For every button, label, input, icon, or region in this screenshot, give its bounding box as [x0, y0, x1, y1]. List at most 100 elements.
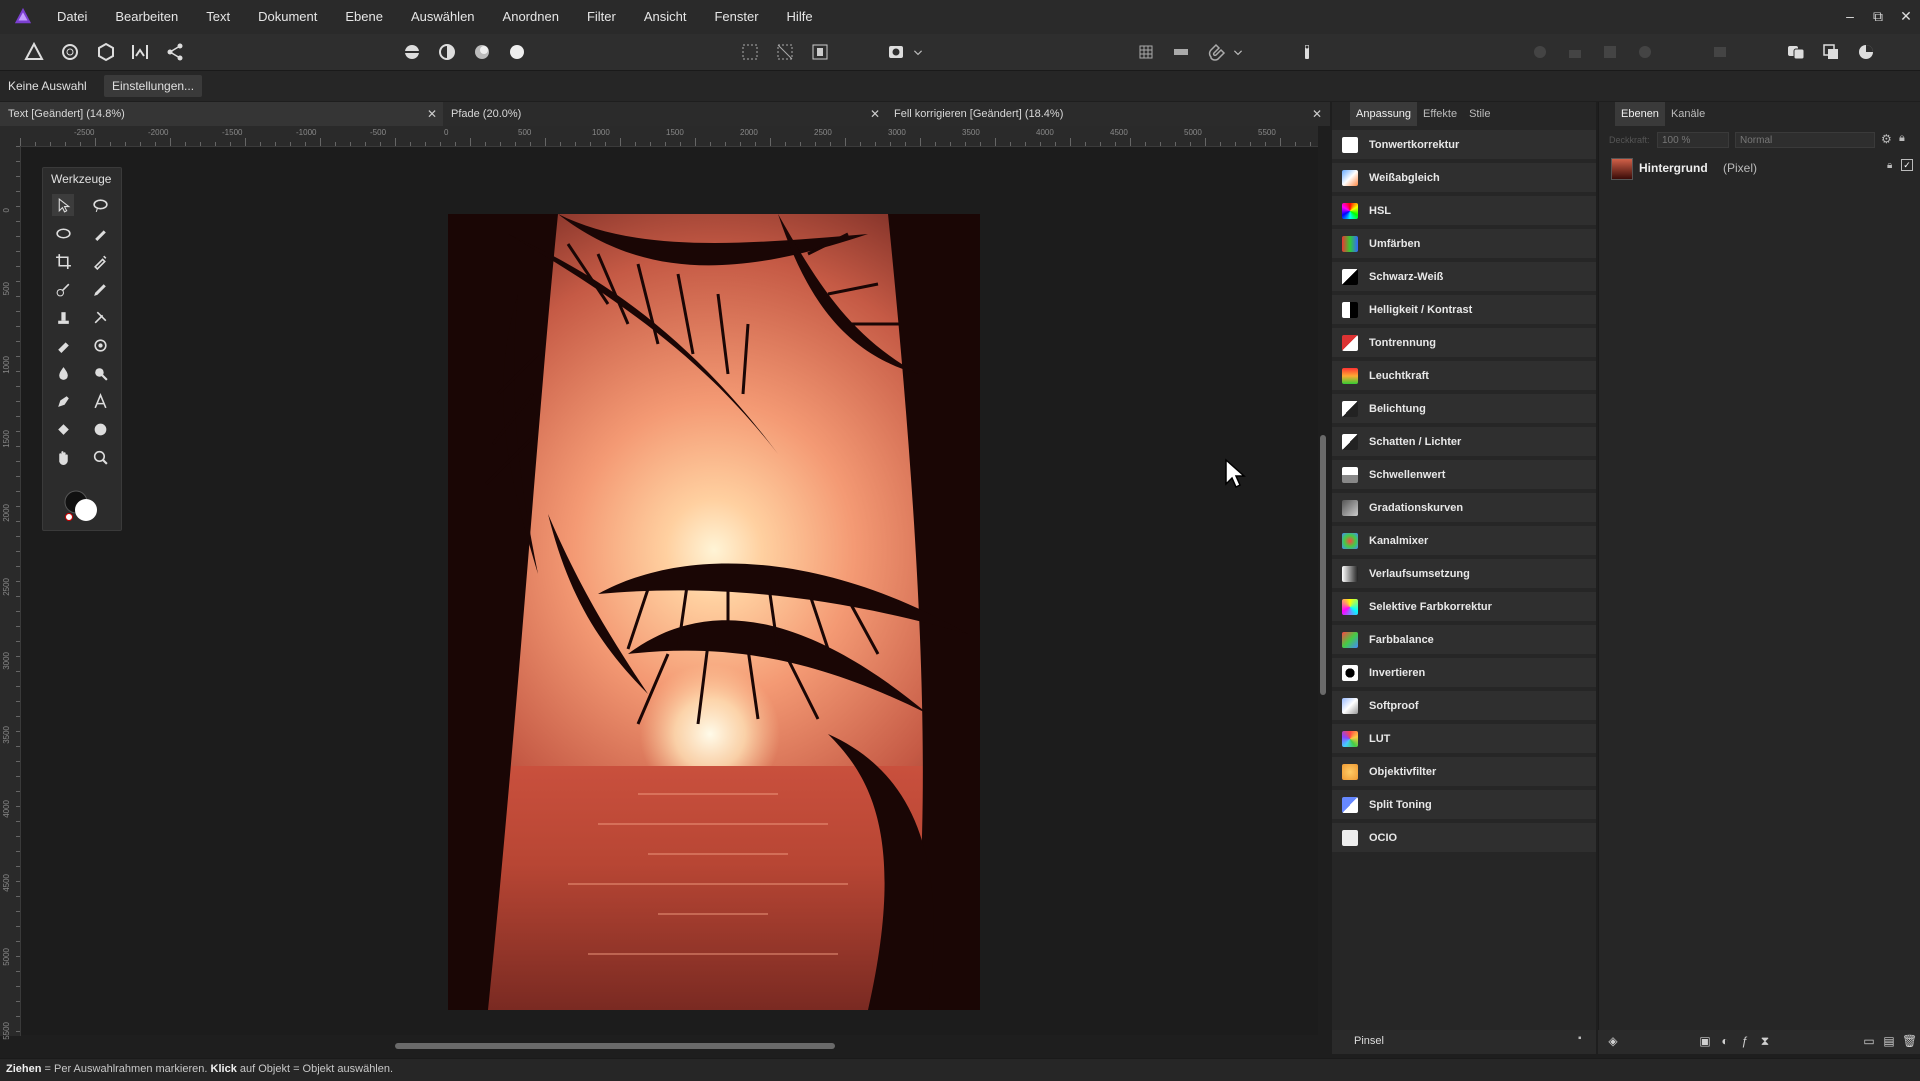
chevron-down-icon[interactable] — [1232, 40, 1244, 64]
live-filter-icon[interactable]: ⧗ — [1758, 1034, 1772, 1048]
menu-dokument[interactable]: Dokument — [258, 0, 331, 34]
color-swatches-icon[interactable] — [61, 486, 101, 524]
tab-effekte[interactable]: Effekte — [1417, 102, 1463, 126]
menu-datei[interactable]: Datei — [57, 0, 101, 34]
move-tool-icon[interactable] — [52, 194, 74, 216]
zoom-tool-icon[interactable] — [89, 446, 111, 468]
selection-rect-icon[interactable] — [738, 40, 762, 64]
panel-menu-icon[interactable]: ▪ — [1578, 1033, 1582, 1044]
color-wheel-icon[interactable] — [1854, 40, 1878, 64]
red-eye-tool-icon[interactable] — [89, 334, 111, 356]
adjustment-item-posterize[interactable]: Tontrennung — [1332, 328, 1596, 359]
adjustment-item-gradient-map[interactable]: Verlaufsumsetzung — [1332, 559, 1596, 590]
menu-fenster[interactable]: Fenster — [714, 0, 772, 34]
auto-levels-icon[interactable] — [400, 40, 424, 64]
lock-icon[interactable]: 🔒︎ — [1887, 160, 1892, 171]
menu-text[interactable]: Text — [206, 0, 244, 34]
patch-tool-icon[interactable] — [52, 334, 74, 356]
text-tool-icon[interactable] — [89, 390, 111, 412]
adjustment-item-threshold[interactable]: Schwellenwert — [1332, 460, 1596, 491]
mask-layer-icon[interactable]: ▣ — [1698, 1034, 1712, 1048]
menu-filter[interactable]: Filter — [587, 0, 630, 34]
vertical-scrollbar[interactable] — [1320, 435, 1326, 695]
adjustment-item-levels[interactable]: Tonwertkorrektur — [1332, 130, 1596, 161]
quick-mask-icon[interactable] — [884, 40, 908, 64]
selection-invert-icon[interactable] — [808, 40, 832, 64]
lock-icon[interactable]: 🔒︎ — [1899, 132, 1905, 145]
develop-persona-icon[interactable] — [94, 40, 118, 64]
menu-hilfe[interactable]: Hilfe — [787, 0, 827, 34]
auto-contrast-icon[interactable] — [435, 40, 459, 64]
close-icon[interactable]: ✕ — [1312, 102, 1322, 126]
fill-tool-icon[interactable] — [52, 418, 74, 440]
menu-anordnen[interactable]: Anordnen — [503, 0, 573, 34]
photo-persona-icon[interactable] — [22, 40, 46, 64]
arrange-panels-icon[interactable] — [1819, 40, 1843, 64]
menu-auswaehlen[interactable]: Auswählen — [411, 0, 489, 34]
settings-button[interactable]: Einstellungen... — [104, 75, 203, 97]
pen-tool-icon[interactable] — [52, 390, 74, 412]
visibility-checkbox[interactable]: ✓ — [1901, 159, 1913, 171]
hand-tool-icon[interactable] — [52, 446, 74, 468]
adjustment-item-lut[interactable]: LUT — [1332, 724, 1596, 755]
ellipse-tool-icon[interactable] — [89, 418, 111, 440]
adjustment-item-brightness-contrast[interactable]: Helligkeit / Kontrast — [1332, 295, 1596, 326]
adjustment-item-lens-filter[interactable]: Objektivfilter — [1332, 757, 1596, 788]
close-icon[interactable]: ✕ — [427, 102, 437, 126]
liquify-persona-icon[interactable] — [58, 40, 82, 64]
menu-bearbeiten[interactable]: Bearbeiten — [115, 0, 192, 34]
tab-kanaele[interactable]: Kanäle — [1665, 102, 1711, 126]
delete-layer-icon[interactable]: 🗑︎ — [1902, 1034, 1917, 1048]
selection-brush-icon[interactable] — [89, 222, 111, 244]
selection-diagonal-icon[interactable] — [773, 40, 797, 64]
menu-ebene[interactable]: Ebene — [345, 0, 397, 34]
grid-snap-icon[interactable] — [1134, 40, 1158, 64]
blend-mode-select[interactable]: Normal — [1735, 132, 1875, 148]
horizontal-scrollbar[interactable] — [395, 1043, 835, 1049]
tab-stile[interactable]: Stile — [1463, 102, 1496, 126]
restore-button[interactable]: ⧉ — [1864, 0, 1892, 34]
brushes-panel-title[interactable]: Pinsel — [1354, 1035, 1384, 1047]
layer-row-hintergrund[interactable]: Hintergrund (Pixel) 🔒︎ ✓ — [1611, 156, 1913, 182]
freehand-selection-icon[interactable] — [89, 194, 111, 216]
adjustment-item-color-balance[interactable]: Farbbalance — [1332, 625, 1596, 656]
adjustment-item-vibrance[interactable]: Leuchtkraft — [1332, 361, 1596, 392]
fx-icon[interactable]: ƒ — [1738, 1034, 1752, 1048]
opacity-field[interactable]: 100 % — [1657, 132, 1729, 148]
adjustment-item-split-toning[interactable]: Split Toning — [1332, 790, 1596, 821]
adjustment-item-exposure[interactable]: Belichtung — [1332, 394, 1596, 425]
brush-tool-icon[interactable] — [89, 278, 111, 300]
tone-mapping-persona-icon[interactable] — [128, 40, 152, 64]
close-icon[interactable]: ✕ — [870, 102, 880, 126]
color-picker-icon[interactable] — [89, 250, 111, 272]
doc-tab-fell[interactable]: Fell korrigieren [Geändert] (18.4%) ✕ — [886, 102, 1328, 126]
tab-anpassung[interactable]: Anpassung — [1350, 102, 1418, 126]
adjustment-item-recolor[interactable]: Umfärben — [1332, 229, 1596, 260]
adjustment-item-soft-proof[interactable]: Softproof — [1332, 691, 1596, 722]
dodge-burn-icon[interactable] — [52, 362, 74, 384]
adjustment-item-shadows-highlights[interactable]: Schatten / Lichter — [1332, 427, 1596, 458]
marquee-selection-icon[interactable] — [52, 222, 74, 244]
export-persona-icon[interactable] — [163, 40, 187, 64]
document-image[interactable] — [448, 214, 980, 1010]
close-window-button[interactable]: ✕ — [1892, 0, 1920, 34]
healing-brush-icon[interactable] — [89, 306, 111, 328]
adjustment-item-selective-color[interactable]: Selektive Farbkorrektur — [1332, 592, 1596, 623]
auto-white-balance-icon[interactable] — [505, 40, 529, 64]
clone-stamp-icon[interactable] — [52, 306, 74, 328]
tab-ebenen[interactable]: Ebenen — [1615, 102, 1665, 126]
paint-brush-icon[interactable] — [52, 278, 74, 300]
assistant-icon[interactable] — [1295, 40, 1319, 64]
adjustment-item-invert[interactable]: Invertieren — [1332, 658, 1596, 689]
layer-options-icon[interactable]: ◈ — [1606, 1034, 1620, 1048]
snapping-magnet-icon[interactable] — [1204, 40, 1228, 64]
adjustment-item-channel-mixer[interactable]: Kanalmixer — [1332, 526, 1596, 557]
new-layer-icon[interactable]: ▤ — [1882, 1034, 1896, 1048]
chevron-down-icon[interactable] — [912, 40, 924, 64]
adjustment-item-ocio[interactable]: OCIO — [1332, 823, 1596, 854]
adjustment-item-curves[interactable]: Gradationskurven — [1332, 493, 1596, 524]
align-icon[interactable] — [1169, 40, 1193, 64]
smudge-tool-icon[interactable] — [89, 362, 111, 384]
new-group-icon[interactable]: ▭ — [1862, 1034, 1876, 1048]
adjustment-item-black-white[interactable]: Schwarz-Weiß — [1332, 262, 1596, 293]
